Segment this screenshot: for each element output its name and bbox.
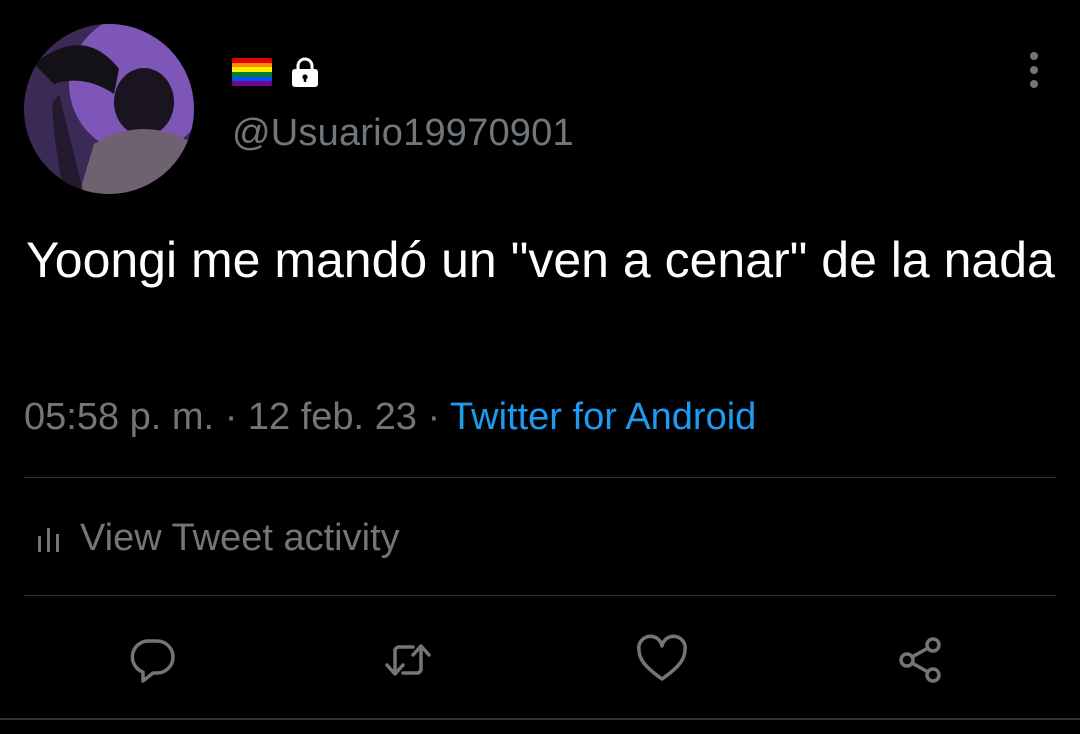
view-tweet-activity-button[interactable]: View Tweet activity — [36, 514, 400, 562]
tweet-source-link[interactable]: Twitter for Android — [450, 396, 756, 438]
user-handle[interactable]: @Usuario19970901 — [232, 112, 574, 155]
reply-icon — [130, 639, 175, 683]
more-vertical-icon — [1030, 52, 1038, 88]
tweet-detail: @Usuario19970901 Yoongi me mandó un "ven… — [0, 0, 1080, 734]
like-button[interactable] — [632, 630, 692, 690]
meta-separator: · — [224, 396, 238, 438]
meta-separator: · — [427, 396, 441, 438]
tweet-date[interactable]: 12 feb. 23 — [248, 396, 417, 438]
tweet-text: Yoongi me mandó un "ven a cenar" de la n… — [26, 232, 1055, 288]
bar-chart-icon — [36, 524, 62, 552]
like-icon — [637, 634, 687, 681]
avatar-image — [24, 24, 194, 194]
bottom-divider — [0, 718, 1080, 720]
view-tweet-activity-label: View Tweet activity — [80, 516, 400, 559]
avatar[interactable] — [24, 24, 194, 194]
tweet-actions-bar — [0, 620, 1080, 700]
more-options-button[interactable] — [1012, 48, 1056, 92]
display-name-row — [232, 54, 322, 90]
retweet-button[interactable] — [378, 630, 438, 690]
divider — [24, 477, 1056, 478]
tweet-meta: 05:58 p. m. · 12 feb. 23 · Twitter for A… — [24, 396, 756, 439]
share-button[interactable] — [890, 630, 950, 690]
retweet-icon — [385, 644, 431, 676]
share-icon — [899, 637, 941, 683]
tweet-time: 05:58 p. m. — [24, 396, 215, 438]
rainbow-flag-icon — [232, 58, 272, 86]
divider — [24, 595, 1056, 596]
reply-button[interactable] — [122, 630, 182, 690]
lock-icon — [288, 55, 322, 89]
